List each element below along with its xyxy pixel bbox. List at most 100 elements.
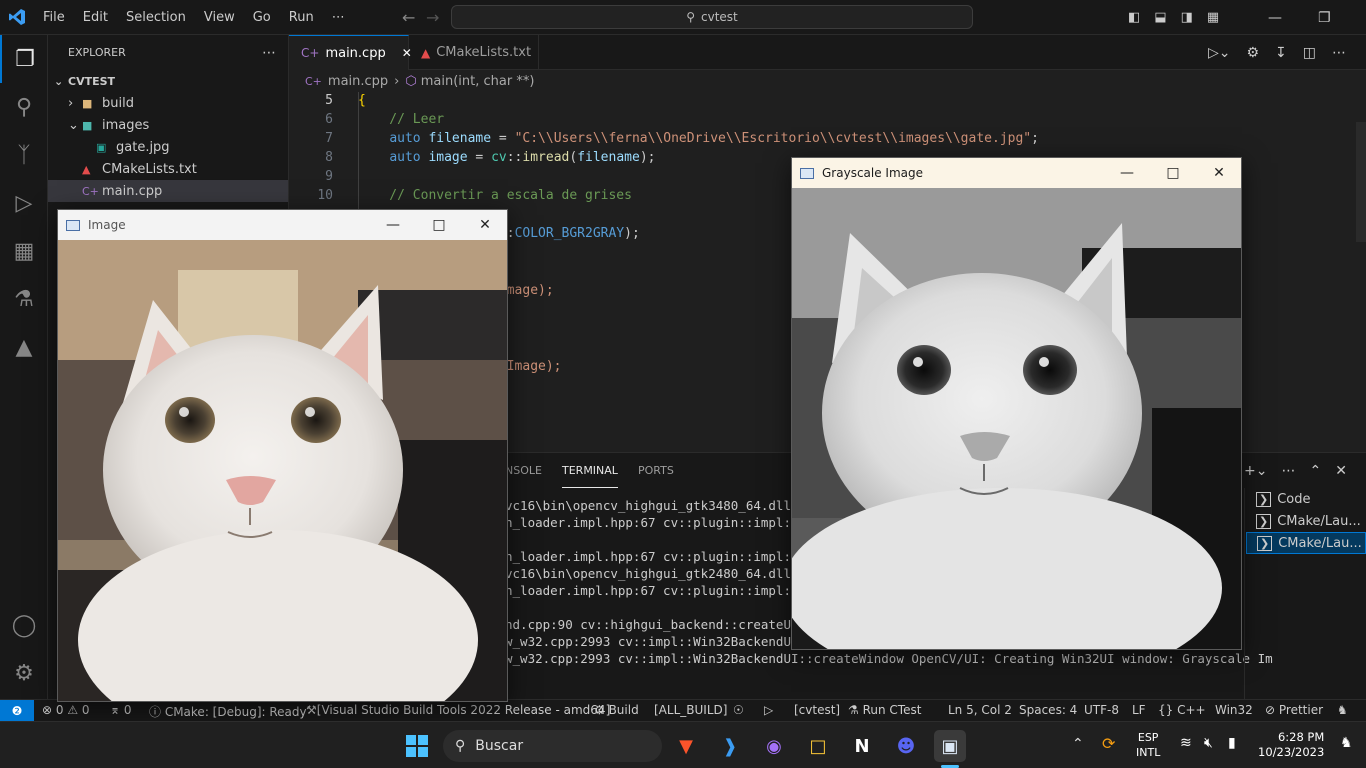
- clock[interactable]: 6:28 PM 10/23/2023: [1258, 730, 1324, 760]
- manage-gear-icon[interactable]: ⚙: [0, 649, 48, 697]
- back-arrow-icon[interactable]: ←: [402, 8, 415, 27]
- grayscale-window[interactable]: Grayscale Image — □ ✕: [782, 157, 1242, 688]
- menu-item[interactable]: Edit: [74, 10, 117, 25]
- breadcrumb-file[interactable]: main.cpp: [328, 74, 388, 89]
- extensions-icon[interactable]: ▦: [0, 227, 48, 275]
- maximize-panel-icon[interactable]: ⌃: [1309, 463, 1321, 479]
- more-actions-icon[interactable]: ⋯: [1332, 45, 1346, 61]
- testing-icon[interactable]: ⚗: [0, 275, 48, 323]
- volume-muted-icon[interactable]: 🔇︎: [1204, 735, 1213, 751]
- wifi-icon[interactable]: ≋: [1180, 735, 1192, 751]
- windows-start-icon[interactable]: [401, 730, 433, 762]
- tree-item[interactable]: C+ main.cpp: [48, 180, 288, 202]
- problems-status[interactable]: ⊗ 0 ⚠ 0: [42, 703, 90, 717]
- notifications-bell-icon[interactable]: ♞: [1337, 703, 1348, 717]
- debug-bug-icon[interactable]: ☉: [733, 703, 744, 717]
- indentation[interactable]: Spaces: 4: [1019, 703, 1077, 717]
- run-ctest[interactable]: ⚗ Run CTest: [848, 703, 921, 717]
- tree-item[interactable]: ▲ CMakeLists.txt: [48, 158, 288, 180]
- restore-button[interactable]: ❐: [1318, 10, 1331, 26]
- tab-ports[interactable]: PORTS: [638, 453, 674, 488]
- ports-status[interactable]: ⌆ 0: [110, 703, 132, 717]
- run-icon[interactable]: ▷⌄: [1208, 45, 1231, 61]
- maximize-button[interactable]: □: [1150, 158, 1196, 188]
- prettier-status[interactable]: ⊘ Prettier: [1265, 703, 1323, 717]
- source-control-icon[interactable]: ᛉ: [0, 131, 48, 179]
- search-icon[interactable]: ⚲: [0, 83, 48, 131]
- tab-main-cpp[interactable]: C+ main.cpp ✕: [289, 35, 412, 70]
- run-debug-icon[interactable]: ▷: [0, 179, 48, 227]
- notion-icon[interactable]: N: [846, 730, 878, 762]
- grayscale-window-titlebar[interactable]: Grayscale Image — □ ✕: [792, 158, 1241, 188]
- terminal-instance[interactable]: ❯ CMake/Lau...: [1246, 532, 1366, 554]
- maximize-button[interactable]: □: [416, 210, 462, 240]
- brave-browser-icon[interactable]: ▼: [670, 730, 702, 762]
- notification-bell-icon[interactable]: ♞: [1340, 735, 1353, 751]
- terminal-instance[interactable]: ❯ Code: [1246, 488, 1366, 510]
- breadcrumb-symbol[interactable]: main(int, char **): [421, 74, 535, 89]
- github-desktop-icon[interactable]: ◉: [758, 730, 790, 762]
- remote-icon[interactable]: ❷: [0, 700, 34, 722]
- build-target[interactable]: [ALL_BUILD]: [654, 703, 727, 717]
- tab-debug-console[interactable]: NSOLE: [505, 453, 542, 488]
- activity-bar: ❐ ⚲ ᛉ ▷ ▦ ⚗ ▲ ◯ ⚙: [0, 35, 48, 699]
- new-terminal-icon[interactable]: +⌄: [1244, 463, 1267, 479]
- tree-item[interactable]: › ■ build: [48, 92, 288, 114]
- launch-target[interactable]: [cvtest]: [794, 703, 840, 717]
- tab-terminal[interactable]: TERMINAL: [562, 453, 618, 488]
- line-ending[interactable]: LF: [1132, 703, 1146, 717]
- language-indicator[interactable]: ESP INTL: [1136, 730, 1160, 760]
- cmake-status[interactable]: ⓘ CMake: [Debug]: Ready: [149, 703, 307, 720]
- vscode-taskbar-icon[interactable]: ❱: [714, 730, 746, 762]
- file-explorer-icon[interactable]: □: [802, 730, 834, 762]
- update-icon[interactable]: ⟳: [1102, 734, 1115, 753]
- title-bar: File Edit Selection View Go Run ⋯ ← → ⚲ cvtest…: [0, 0, 1366, 35]
- launch-icon[interactable]: ▷: [764, 703, 773, 717]
- more-actions-icon[interactable]: ⋯: [262, 45, 276, 61]
- close-button[interactable]: ✕: [1196, 158, 1242, 188]
- cmake-kit[interactable]: ⚒[Visual Studio Build Tools 2022 Release…: [306, 703, 610, 717]
- menu-item[interactable]: ⋯: [323, 10, 354, 25]
- language-mode[interactable]: {} C++: [1158, 703, 1206, 717]
- download-icon[interactable]: ↧: [1275, 45, 1287, 61]
- cmake-icon[interactable]: ▲: [0, 323, 48, 371]
- menu-item[interactable]: File: [34, 10, 74, 25]
- minimize-button[interactable]: —: [1104, 158, 1150, 188]
- settings-gear-icon[interactable]: ⚙: [1246, 45, 1259, 61]
- image-window-titlebar[interactable]: Image — □ ✕: [58, 210, 507, 240]
- menu-item[interactable]: Selection: [117, 10, 195, 25]
- menu-item[interactable]: Run: [280, 10, 323, 25]
- forward-arrow-icon[interactable]: →: [426, 8, 439, 27]
- minimize-button[interactable]: —: [370, 210, 416, 240]
- close-button[interactable]: ✕: [462, 210, 508, 240]
- tree-item[interactable]: ⌄ ■ images: [48, 114, 288, 136]
- toggle-panel-icon[interactable]: ⬓: [1154, 10, 1166, 25]
- chevron-up-icon[interactable]: ⌃: [1072, 736, 1084, 752]
- split-editor-icon[interactable]: ◫: [1303, 45, 1316, 61]
- opencv-window-taskbar-icon[interactable]: ▣: [934, 730, 966, 762]
- battery-icon[interactable]: ▮: [1228, 735, 1236, 751]
- toggle-secondary-sidebar-icon[interactable]: ◨: [1181, 10, 1193, 25]
- menu-item[interactable]: View: [195, 10, 244, 25]
- tree-item[interactable]: ▣ gate.jpg: [48, 136, 288, 158]
- customize-layout-icon[interactable]: ▦: [1207, 10, 1219, 25]
- workspace-root[interactable]: ⌄ CVTEST: [48, 70, 288, 92]
- menu-item[interactable]: Go: [244, 10, 280, 25]
- taskbar-search[interactable]: ⚲ Buscar: [443, 730, 662, 762]
- accounts-icon[interactable]: ◯: [0, 601, 48, 649]
- toggle-primary-sidebar-icon[interactable]: ◧: [1128, 10, 1140, 25]
- editor-scrollbar[interactable]: [1356, 122, 1366, 242]
- explorer-icon[interactable]: ❐: [0, 35, 48, 83]
- cursor-position[interactable]: Ln 5, Col 2: [948, 703, 1012, 717]
- close-icon[interactable]: ✕: [1335, 463, 1347, 479]
- discord-icon[interactable]: ☻: [890, 730, 922, 762]
- terminal-instance[interactable]: ❯ CMake/Lau...: [1246, 510, 1366, 532]
- minimize-button[interactable]: —: [1268, 10, 1282, 26]
- encoding[interactable]: UTF-8: [1084, 703, 1119, 717]
- image-window[interactable]: Image — □ ✕: [57, 209, 508, 750]
- platform[interactable]: Win32: [1215, 703, 1253, 717]
- command-center-search[interactable]: ⚲ cvtest: [451, 5, 973, 29]
- tab-cmakelists[interactable]: ▲ CMakeLists.txt: [409, 35, 539, 70]
- more-actions-icon[interactable]: ⋯: [1281, 463, 1295, 479]
- build-button[interactable]: ⚙ Build: [594, 703, 639, 717]
